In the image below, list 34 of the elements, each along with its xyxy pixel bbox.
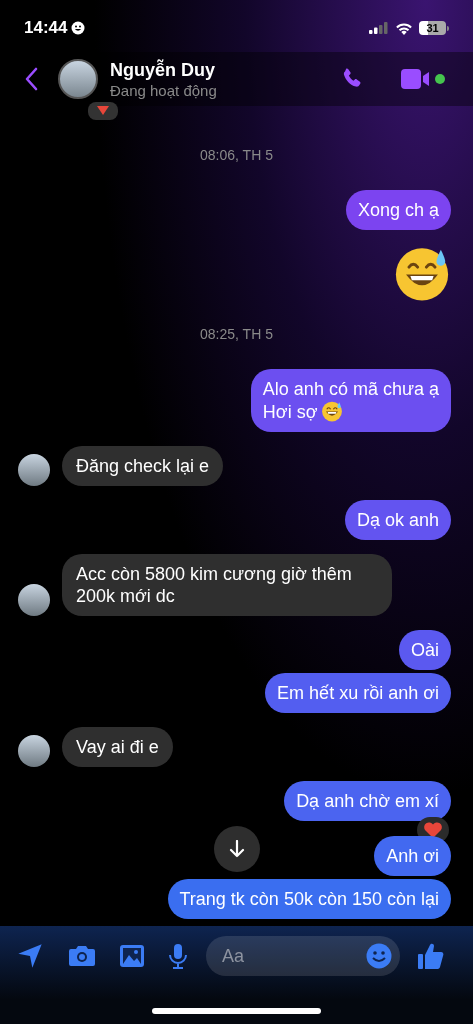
sent-message: Dạ anh chờ em xí: [284, 781, 451, 821]
sent-message: Xong ch ạ: [345, 190, 451, 230]
scroll-down-button[interactable]: [214, 826, 260, 872]
sent-message: Trang tk còn 50k còn 150 còn lại: [167, 879, 451, 919]
sent-message: Em hết xu rồi anh ơi: [265, 673, 451, 713]
contact-avatar: [18, 454, 50, 486]
sent-message: Dạ ok anh: [344, 500, 451, 540]
contact-name: Nguyễn Duy: [110, 58, 216, 81]
status-time: 14:44: [24, 17, 68, 40]
received-message: Vay ai đi e: [62, 727, 173, 767]
sent-message: Anh ơi: [374, 836, 451, 876]
emoji-icon[interactable]: [366, 943, 392, 969]
message-timestamp: 08:06, TH 5: [200, 146, 273, 165]
contact-avatar: [18, 584, 50, 616]
smiley-icon: [71, 21, 86, 35]
message-timestamp: 08:25, TH 5: [200, 325, 273, 344]
contact-status: Đang hoạt động: [110, 80, 218, 100]
microphone-icon[interactable]: [168, 943, 188, 969]
contact-avatar: [18, 735, 50, 767]
camera-icon[interactable]: [68, 944, 96, 968]
sent-message: Alo anh có mã chưa ạ Hơi sợ: [250, 369, 451, 432]
location-arrow-icon[interactable]: [16, 942, 44, 970]
down-arrow-icon: [229, 840, 245, 858]
battery-level: 31: [419, 21, 446, 35]
sent-message: Oài: [399, 630, 451, 670]
image-icon[interactable]: [119, 944, 145, 968]
signal-icon: [369, 22, 389, 34]
wifi-icon: [395, 21, 413, 35]
back-icon[interactable]: [24, 67, 38, 91]
received-message: Acc còn 5800 kim cương giờ thêm 200k mới dc: [62, 554, 392, 616]
contact-avatar[interactable]: [58, 59, 98, 99]
received-message: Đăng check lại e: [62, 446, 224, 486]
video-call-icon[interactable]: [401, 69, 431, 89]
thumbs-up-icon[interactable]: [418, 942, 444, 970]
